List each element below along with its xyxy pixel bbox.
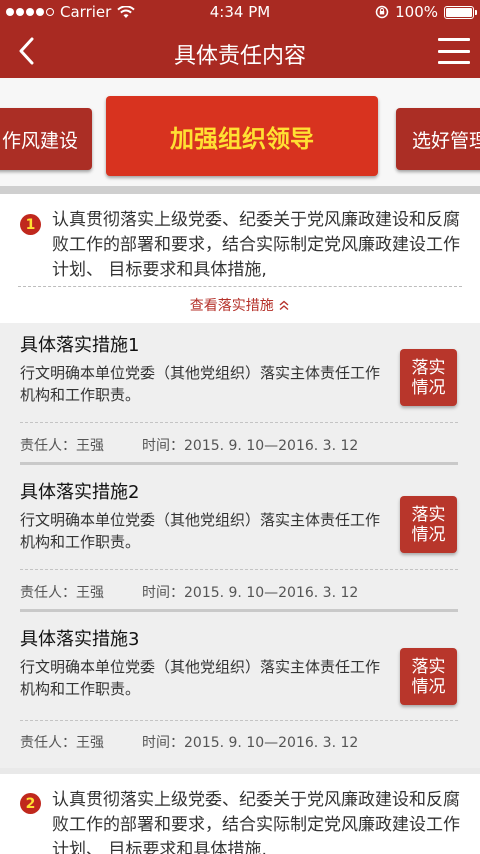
measure-item: 具体落实措施2 行文明确本单位党委（其他党组织）落实主体责任工作机构和工作职责。… [0,478,480,621]
measure-description: 行文明确本单位党委（其他党组织）落实主体责任工作机构和工作职责。 [20,658,381,698]
dashed-divider [20,422,458,423]
dashed-divider [20,720,458,721]
menu-button[interactable] [438,38,470,64]
measure-title: 具体落实措施2 [20,482,140,503]
implementation-status-button[interactable]: 落实情况 [400,496,457,553]
dashed-divider [20,569,458,570]
measure-separator [20,462,458,465]
responsible-person: 责任人：王强 [20,735,104,751]
dashed-divider [18,286,462,287]
measure-separator [20,609,458,612]
responsibility-card: 1 认真贯彻落实上级党委、纪委关于党风廉政建设和反腐败工作的部署和要求，结合实际… [0,194,480,323]
chevron-double-up-icon [279,300,289,311]
responsibility-text: 认真贯彻落实上级党委、纪委关于党风廉政建设和反腐败工作的部署和要求，结合实际制定… [52,790,460,854]
responsibility-card: 2 认真贯彻落实上级党委、纪委关于党风廉政建设和反腐败工作的部署和要求，结合实际… [0,774,480,854]
measures-list: 具体落实措施1 行文明确本单位党委（其他党组织）落实主体责任工作机构和工作职责。… [0,323,480,768]
responsibility-text: 认真贯彻落实上级党委、纪委关于党风廉政建设和反腐败工作的部署和要求，结合实际制定… [52,210,460,280]
tab-zuofeng[interactable]: 作风建设 [0,108,92,170]
section-divider [0,186,480,194]
view-measures-toggle[interactable]: 查看落实措施 [0,295,480,315]
status-bar: Carrier 4:34 PM 100% [0,0,480,24]
view-measures-label: 查看落实措施 [189,298,274,314]
battery-icon [444,5,477,19]
measure-item: 具体落实措施1 行文明确本单位党委（其他党组织）落实主体责任工作机构和工作职责。… [0,331,480,474]
measure-title: 具体落实措施3 [20,629,140,650]
measure-meta: 责任人：王强 时间：2015. 9. 10—2016. 3. 12 [20,732,358,752]
implementation-status-button[interactable]: 落实情况 [400,349,457,406]
status-right: 100% [375,3,477,21]
item-number-badge: 2 [20,793,41,814]
nav-bar: 具体责任内容 [0,24,480,78]
tab-active[interactable]: 加强组织领导 [106,96,378,176]
implementation-status-button[interactable]: 落实情况 [400,648,457,705]
menu-icon [438,38,470,41]
responsibility-list: 1 认真贯彻落实上级党委、纪委关于党风廉政建设和反腐败工作的部署和要求，结合实际… [0,194,480,854]
category-tabs: 作风建设 加强组织领导 选好管理 [0,78,480,186]
responsible-person: 责任人：王强 [20,438,104,454]
item-number-badge: 1 [20,214,41,235]
measure-meta: 责任人：王强 时间：2015. 9. 10—2016. 3. 12 [20,582,358,602]
measure-description: 行文明确本单位党委（其他党组织）落实主体责任工作机构和工作职责。 [20,364,381,404]
page-title: 具体责任内容 [173,44,306,69]
time-range: 时间：2015. 9. 10—2016. 3. 12 [142,585,359,601]
time-range: 时间：2015. 9. 10—2016. 3. 12 [142,438,359,454]
measure-description: 行文明确本单位党委（其他党组织）落实主体责任工作机构和工作职责。 [20,511,381,551]
orientation-lock-icon [375,5,389,19]
measure-meta: 责任人：王强 时间：2015. 9. 10—2016. 3. 12 [20,435,358,455]
time-range: 时间：2015. 9. 10—2016. 3. 12 [142,735,359,751]
responsible-person: 责任人：王强 [20,585,104,601]
measure-title: 具体落实措施1 [20,335,140,356]
measure-item: 具体落实措施3 行文明确本单位党委（其他党组织）落实主体责任工作机构和工作职责。… [0,625,480,768]
tab-xuanhao[interactable]: 选好管理 [396,108,480,170]
battery-percent: 100% [395,3,438,21]
